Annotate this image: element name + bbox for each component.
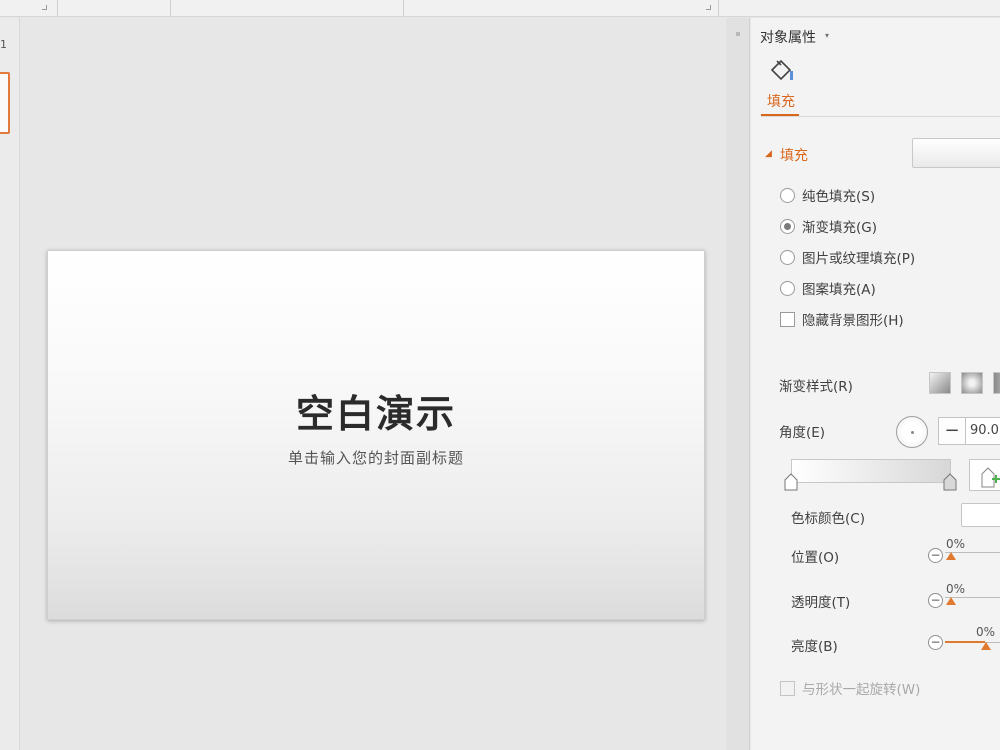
radio-label: 图片或纹理填充(P) — [802, 251, 916, 267]
gradient-style-linear[interactable] — [929, 372, 951, 394]
toolbar-separator — [718, 0, 719, 16]
paint-bucket-icon[interactable] — [769, 58, 797, 84]
checkbox[interactable] — [780, 680, 795, 696]
slide-thumbnail-selected[interactable] — [0, 72, 10, 134]
brightness-value: 0% — [976, 625, 996, 639]
stop-color-label: 色标颜色(C) — [791, 511, 865, 527]
transparency-slider-thumb[interactable] — [946, 597, 956, 605]
brightness-decrement-button[interactable]: − — [928, 635, 943, 650]
chevron-down-icon[interactable]: ▾ — [825, 31, 829, 40]
toolbar-separator — [403, 0, 404, 16]
position-value: 0% — [946, 537, 966, 551]
angle-decrement-button[interactable]: − — [938, 417, 966, 445]
brightness-label: 亮度(B) — [791, 639, 838, 655]
radio-label: 渐变填充(G) — [802, 220, 877, 236]
checkbox[interactable] — [780, 311, 795, 327]
splitter-grip-icon — [736, 32, 740, 36]
tab-fill[interactable]: 填充 — [767, 91, 795, 111]
transparency-decrement-button[interactable]: − — [928, 593, 943, 608]
radio-button-selected[interactable] — [780, 218, 795, 234]
slide-thumbnail-pane: 1 — [0, 18, 20, 750]
radio-label: 图案填充(A) — [802, 282, 876, 298]
angle-dial[interactable] — [896, 416, 928, 448]
section-collapse-icon[interactable]: ◢ — [765, 149, 772, 159]
slide-number: 1 — [0, 38, 7, 51]
toolbar-separator — [170, 0, 171, 16]
angle-input[interactable]: 90.0 — [966, 417, 1000, 445]
slide-title[interactable]: 空白演示 — [48, 383, 704, 438]
radio-button[interactable] — [780, 280, 795, 296]
section-title-fill[interactable]: 填充 — [780, 145, 808, 165]
gradient-bar[interactable] — [791, 459, 951, 483]
radio-pattern-fill[interactable]: 图案填充(A) — [780, 278, 876, 298]
checkbox-label: 隐藏背景图形(H) — [802, 313, 904, 329]
object-properties-pane: 对象属性 ▾ 填充 ◢ 填充 纯色填充(S) 渐变填充(G) 图片或纹理填充(P… — [751, 18, 1000, 750]
checkbox-rotate-with-shape[interactable]: 与形状一起旋转(W) — [780, 678, 920, 698]
gradient-style-rect[interactable] — [993, 372, 1000, 394]
position-decrement-button[interactable]: − — [928, 548, 943, 563]
dialog-launcher-icon[interactable] — [42, 5, 47, 10]
position-label: 位置(O) — [791, 550, 840, 566]
divider — [761, 116, 1000, 117]
pane-title[interactable]: 对象属性 — [760, 27, 816, 47]
fill-color-dropdown[interactable] — [912, 138, 1000, 168]
gradient-style-label: 渐变样式(R) — [779, 379, 853, 395]
position-slider-thumb[interactable] — [946, 552, 956, 560]
dialog-launcher-icon[interactable] — [706, 5, 711, 10]
angle-label: 角度(E) — [779, 425, 826, 441]
toolbar-separator — [57, 0, 58, 16]
radio-button[interactable] — [780, 187, 795, 203]
gradient-stop-right-icon[interactable] — [943, 473, 957, 491]
radio-solid-fill[interactable]: 纯色填充(S) — [780, 185, 875, 205]
transparency-value: 0% — [946, 582, 966, 596]
slide[interactable]: 空白演示 单击输入您的封面副标题 — [47, 250, 705, 620]
radio-picture-texture-fill[interactable]: 图片或纹理填充(P) — [780, 247, 915, 267]
brightness-slider-thumb[interactable] — [981, 642, 991, 650]
checkbox-label: 与形状一起旋转(W) — [802, 682, 921, 698]
stop-color-dropdown[interactable] — [961, 503, 1000, 527]
radio-label: 纯色填充(S) — [802, 189, 876, 205]
add-stop-icon — [981, 467, 1000, 488]
gradient-stop-left-icon[interactable] — [784, 473, 798, 491]
slide-canvas: 空白演示 单击输入您的封面副标题 — [21, 18, 726, 750]
transparency-label: 透明度(T) — [791, 595, 851, 611]
radio-button[interactable] — [780, 249, 795, 265]
radio-gradient-fill[interactable]: 渐变填充(G) — [780, 216, 877, 236]
gradient-style-radial[interactable] — [961, 372, 983, 394]
brightness-slider-fill — [945, 641, 985, 643]
ribbon-strip — [0, 0, 1000, 17]
pane-splitter[interactable] — [726, 18, 750, 750]
checkbox-hide-background[interactable]: 隐藏背景图形(H) — [780, 309, 904, 329]
dial-center-icon — [911, 431, 914, 434]
add-gradient-stop-button[interactable] — [969, 459, 1000, 491]
slide-subtitle-placeholder[interactable]: 单击输入您的封面副标题 — [48, 447, 704, 468]
